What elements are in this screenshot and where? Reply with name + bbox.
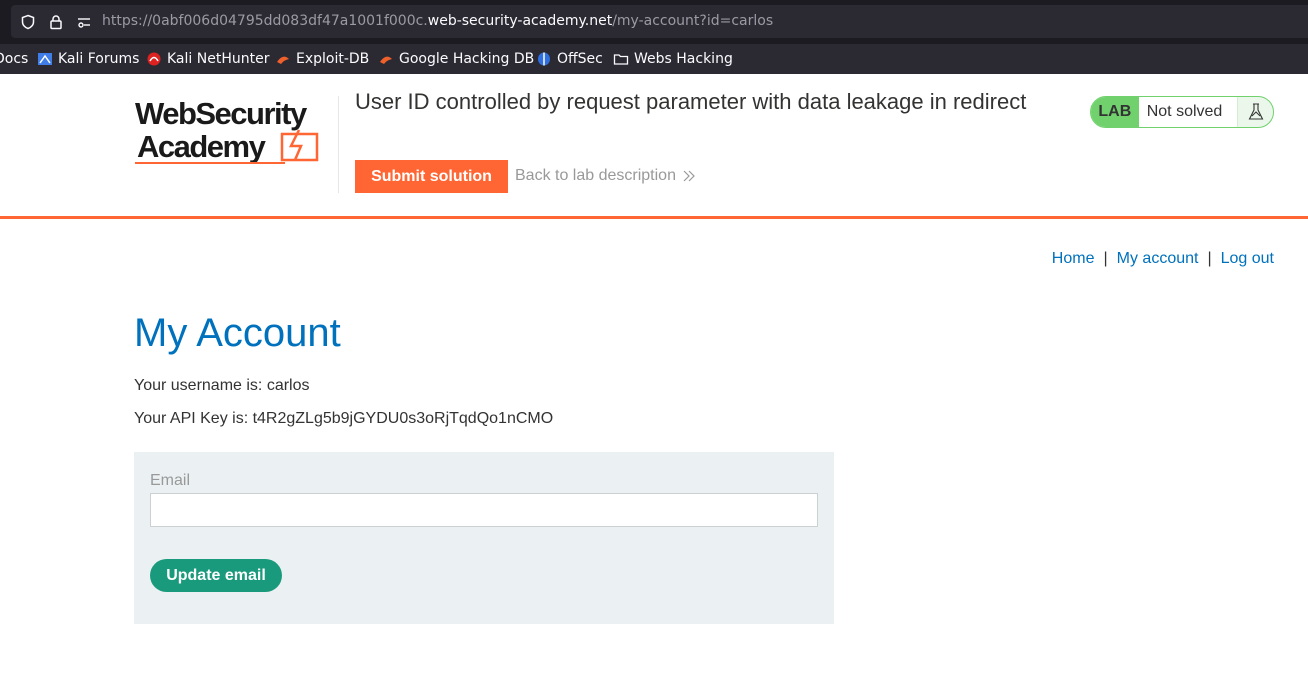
- lab-status-widget: LAB Not solved: [1090, 96, 1274, 128]
- bookmark-exploit-db[interactable]: Exploit-DB: [275, 50, 369, 68]
- bookmarks-bar: Docs Kali Forums Kali NetHunter Exploit-…: [0, 44, 1308, 74]
- offsec-icon: [536, 51, 552, 67]
- folder-icon: [613, 51, 629, 67]
- browser-toolbar: https://0abf006d04795dd083df47a1001f000c…: [0, 0, 1308, 44]
- bookmark-folder-webs-hacking[interactable]: Webs Hacking: [613, 50, 733, 68]
- nav-separator: |: [1207, 250, 1212, 267]
- logo-line1: WebSecurity: [135, 96, 308, 131]
- shield-icon[interactable]: [20, 14, 36, 30]
- change-email-form: Email Update email: [134, 452, 834, 624]
- lab-tag: LAB: [1091, 97, 1139, 127]
- kali-nethunter-icon: [146, 51, 162, 67]
- back-link-label: Back to lab description: [515, 167, 676, 184]
- nav-my-account-link[interactable]: My account: [1117, 250, 1199, 267]
- bookmark-label: Webs Hacking: [634, 51, 733, 67]
- nav-logout-link[interactable]: Log out: [1221, 250, 1274, 267]
- bookmark-docs[interactable]: Docs: [0, 50, 28, 68]
- ghdb-icon: [378, 51, 394, 67]
- bookmark-label: Google Hacking DB: [399, 51, 535, 67]
- top-nav: Home | My account | Log out: [1052, 250, 1274, 268]
- bookmark-kali-forums[interactable]: Kali Forums: [37, 50, 139, 68]
- bookmark-label: OffSec: [557, 51, 603, 67]
- kali-forums-icon: [37, 51, 53, 67]
- lab-status-text: Not solved: [1138, 97, 1238, 127]
- url-host: web-security-academy.net: [427, 13, 613, 29]
- logo-line2: Academy: [137, 129, 267, 164]
- bookmark-label: Exploit-DB: [296, 51, 370, 67]
- web-security-academy-logo[interactable]: WebSecurity Academy: [135, 94, 335, 166]
- email-label: Email: [150, 472, 191, 489]
- update-email-button[interactable]: Update email: [150, 559, 282, 592]
- bookmark-label: Kali Forums: [58, 51, 140, 67]
- nav-home-link[interactable]: Home: [1052, 250, 1095, 267]
- bookmark-offsec[interactable]: OffSec: [536, 50, 603, 68]
- nav-separator: |: [1103, 250, 1108, 267]
- url-bar[interactable]: https://0abf006d04795dd083df47a1001f000c…: [11, 5, 1308, 38]
- bookmark-label: Docs: [0, 51, 29, 67]
- lab-title: User ID controlled by request parameter …: [355, 89, 1027, 114]
- double-chevron-right-icon: [682, 169, 696, 183]
- bookmark-label: Kali NetHunter: [167, 51, 270, 67]
- url-path: /my-account?id=carlos: [612, 13, 774, 29]
- url-text[interactable]: https://0abf006d04795dd083df47a1001f000c…: [102, 13, 773, 29]
- api-key-text: Your API Key is: t4R2gZLg5b9jGYDU0s3oRjT…: [134, 410, 554, 427]
- username-text: Your username is: carlos: [134, 377, 310, 394]
- submit-solution-button[interactable]: Submit solution: [355, 160, 508, 193]
- url-prefix: https://0abf006d04795dd083df47a1001f000c…: [102, 13, 428, 29]
- header-divider: [338, 96, 339, 193]
- bookmark-kali-nethunter[interactable]: Kali NetHunter: [146, 50, 269, 68]
- permissions-icon[interactable]: [76, 14, 92, 30]
- lab-header: WebSecurity Academy User ID controlled b…: [0, 74, 1308, 219]
- bookmark-google-hacking-db[interactable]: Google Hacking DB: [378, 50, 534, 68]
- page-title: My Account: [134, 311, 341, 355]
- flask-icon: [1237, 97, 1273, 127]
- exploit-db-icon: [275, 51, 291, 67]
- lock-icon[interactable]: [48, 14, 64, 30]
- back-to-lab-description-link[interactable]: Back to lab description: [515, 167, 696, 185]
- email-input[interactable]: [150, 493, 818, 527]
